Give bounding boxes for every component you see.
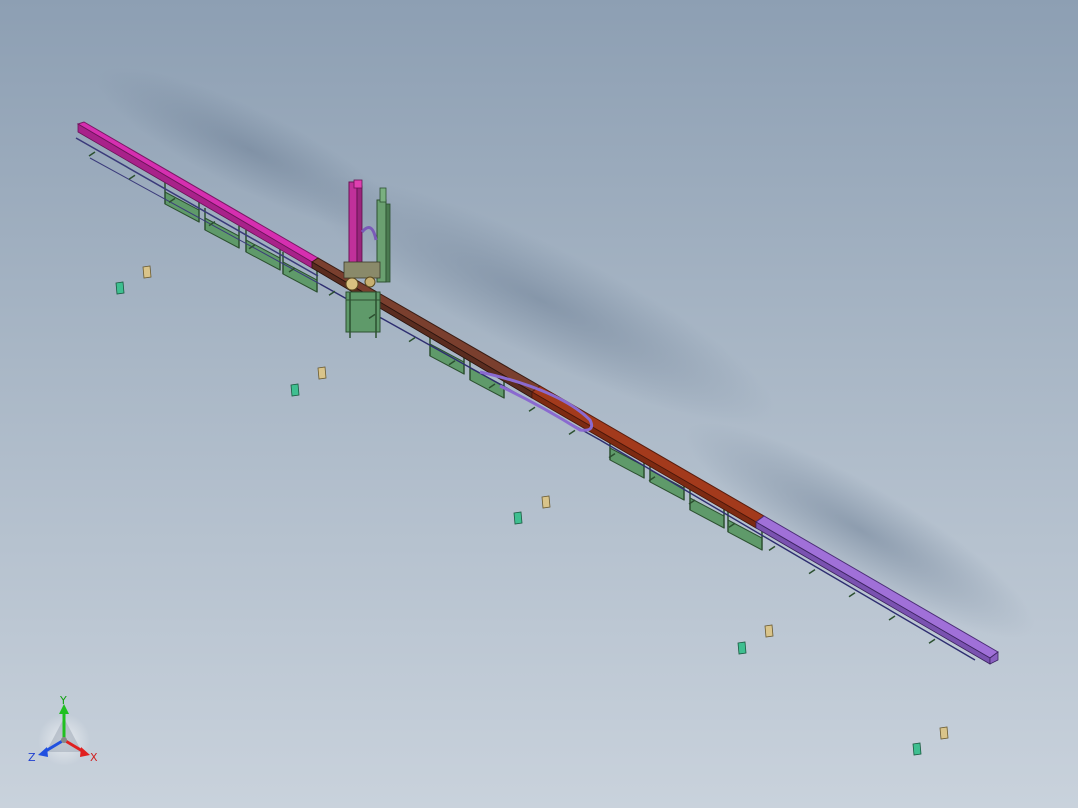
rail-bolt-marker [88, 151, 96, 157]
x-axis-label: X [90, 751, 98, 764]
rail-bolt-marker [888, 615, 896, 621]
floor-marker-tan [541, 495, 551, 509]
floor-marker-tan [939, 726, 949, 740]
rail-bolt-marker [848, 592, 856, 598]
assembly-model-view[interactable] [0, 0, 1078, 808]
floor-marker-green [513, 511, 523, 525]
cad-graphics-viewport[interactable]: Y X Z [0, 0, 1078, 808]
floor-marker-tan [764, 624, 774, 638]
floor-marker-tan [142, 265, 152, 279]
rail-bolt-marker [928, 638, 936, 644]
coordinate-triad: Y X Z [28, 694, 98, 766]
y-axis-label: Y [59, 694, 67, 707]
rail-bolt-marker [808, 568, 816, 575]
floor-marker-green [115, 281, 125, 295]
rail-bolt-marker [568, 429, 576, 436]
rail-bolt-marker [328, 290, 336, 296]
rail-bolt-marker [528, 406, 536, 412]
rail-bolt-marker [408, 336, 416, 343]
floor-marker-green [912, 742, 922, 756]
z-axis-label: Z [28, 751, 36, 764]
floor-marker-green [737, 641, 747, 655]
rail-bolt-marker [768, 545, 776, 552]
floor-marker-tan [317, 366, 327, 380]
rail-bolt-marker [128, 174, 136, 180]
model-shadow [96, 67, 1035, 638]
floor-marker-green [290, 383, 300, 397]
